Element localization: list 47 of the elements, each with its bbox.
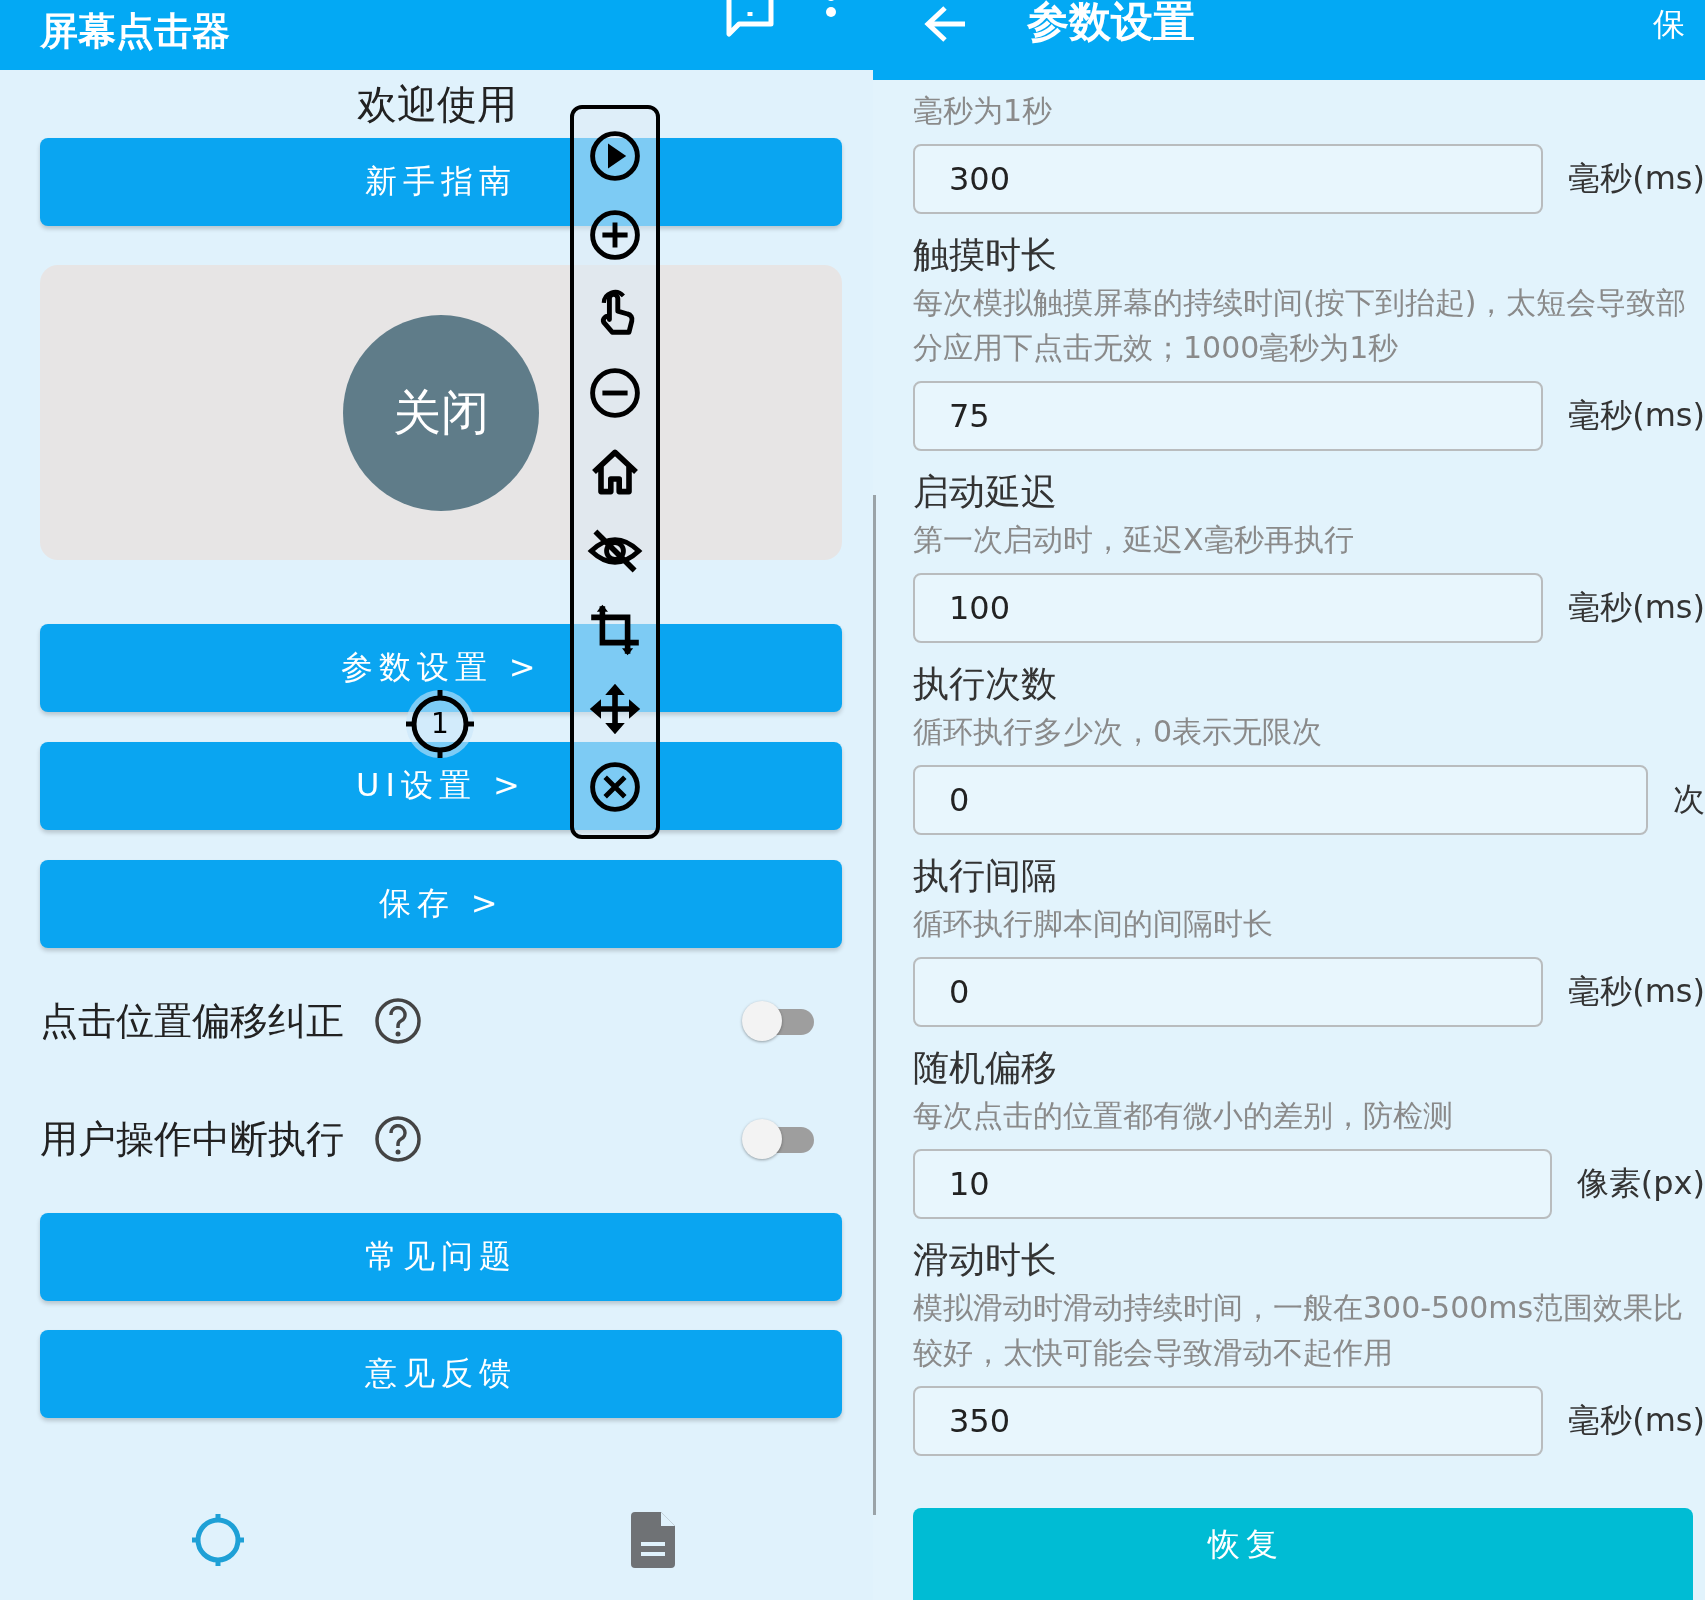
input-field[interactable]: 10 bbox=[913, 1149, 1552, 1219]
welcome-text: 欢迎使用 bbox=[356, 81, 517, 127]
unit-label: 次 bbox=[1673, 779, 1705, 820]
menu-button[interactable]: UI设置 > bbox=[40, 742, 842, 830]
setting-description: 循环执行脚本间的间隔时长 bbox=[913, 905, 1274, 943]
setting-description: 模拟滑动时滑动持续时间，一般在300-500ms范围效果比较好，太快可能会导致滑动不起作用 bbox=[913, 1289, 1685, 1372]
setting-description: 第一次启动时，延迟X毫秒再执行 bbox=[913, 521, 1355, 559]
unit-label: 毫秒(ms) bbox=[1568, 587, 1705, 628]
menu-button[interactable]: 保存 > bbox=[40, 860, 842, 948]
setting-description: 循环执行多少次，0表示无限次 bbox=[913, 713, 1324, 751]
setting-label: 点击位置偏移纠正 bbox=[40, 997, 344, 1045]
unit-label: 毫秒(ms) bbox=[1568, 395, 1705, 436]
app-title: 屏幕点击器 bbox=[40, 8, 230, 55]
setting-title: 滑动时长 bbox=[913, 1238, 1058, 1282]
unit-label: 毫秒(ms) bbox=[1568, 971, 1705, 1012]
setting-description: 每次点击的位置都有微小的差别，防检测 bbox=[913, 1097, 1454, 1135]
page-title: 参数设置 bbox=[1027, 0, 1195, 48]
restore-button[interactable]: 恢复 bbox=[913, 1508, 1693, 1600]
document-icon bbox=[631, 1512, 677, 1568]
setting-title: 启动延迟 bbox=[913, 470, 1058, 514]
crosshair-icon bbox=[190, 1512, 246, 1568]
unit-label: 毫秒(ms) bbox=[1568, 158, 1705, 199]
setting-title: 随机偏移 bbox=[913, 1046, 1058, 1090]
save-link[interactable]: 保 bbox=[1653, 4, 1685, 44]
input-field[interactable]: 75 bbox=[913, 381, 1544, 451]
setting-title: 执行次数 bbox=[913, 662, 1058, 706]
message-icon[interactable] bbox=[725, 0, 775, 40]
input-field[interactable]: 0 bbox=[913, 957, 1544, 1027]
guide-button[interactable]: 新手指南 bbox=[40, 138, 842, 226]
input-field[interactable]: 0 bbox=[913, 765, 1648, 835]
menu-button[interactable]: 参数设置 > bbox=[40, 624, 842, 712]
unit-label: 像素(px) bbox=[1576, 1163, 1705, 1204]
help-icon[interactable] bbox=[374, 997, 422, 1045]
setting-label: 用户操作中断执行 bbox=[40, 1115, 344, 1163]
back-icon[interactable] bbox=[923, 4, 967, 44]
close-button[interactable]: 关闭 bbox=[343, 314, 539, 511]
help-icon[interactable] bbox=[374, 1115, 422, 1163]
setting-title: 执行间隔 bbox=[913, 854, 1058, 898]
input-field[interactable]: 100 bbox=[913, 573, 1544, 643]
menu-button[interactable]: 意见反馈 bbox=[40, 1330, 842, 1418]
input-field[interactable]: 300 bbox=[913, 144, 1544, 214]
menu-button[interactable]: 常见问题 bbox=[40, 1213, 842, 1301]
setting-description: 每次模拟触摸屏幕的持续时间(按下到抬起)，太短会导致部分应用下点击无效；1000毫秒为1秒 bbox=[913, 284, 1688, 367]
input-field[interactable]: 350 bbox=[913, 1386, 1544, 1456]
setting-title: 触摸时长 bbox=[913, 233, 1058, 277]
setting-description: 毫秒为1秒 bbox=[913, 92, 1054, 130]
unit-label: 毫秒(ms) bbox=[1568, 1400, 1705, 1441]
